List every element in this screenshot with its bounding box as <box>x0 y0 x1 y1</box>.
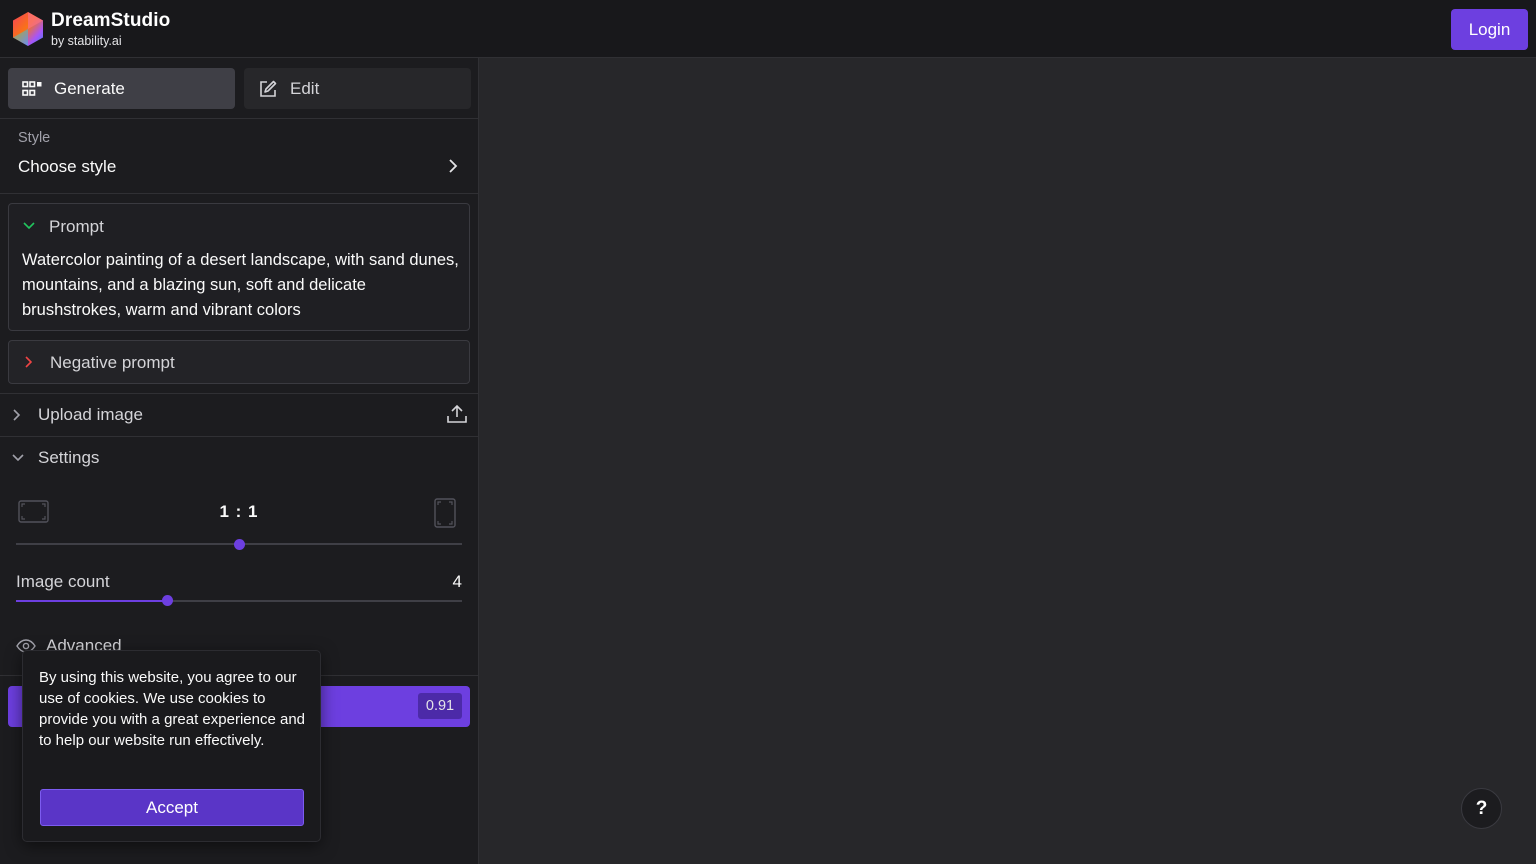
aspect-ratio-value: 1 : 1 <box>219 502 259 521</box>
style-value: Choose style <box>18 157 117 176</box>
cookie-consent-popup: By using this website, you agree to our … <box>22 650 321 842</box>
tab-generate[interactable]: Generate <box>8 68 235 109</box>
landscape-aspect-icon[interactable] <box>18 500 49 523</box>
aspect-ratio-slider-thumb[interactable] <box>233 539 245 550</box>
prompt-textarea[interactable]: Watercolor painting of a desert landscap… <box>22 248 462 323</box>
dreamstudio-logo <box>13 12 43 46</box>
tab-generate-label: Generate <box>54 78 125 98</box>
prompt-label: Prompt <box>49 217 104 236</box>
image-count-slider-fill <box>16 600 168 602</box>
edit-icon <box>260 80 277 97</box>
chevron-down-icon <box>12 454 24 462</box>
help-button[interactable]: ? <box>1461 788 1502 829</box>
image-count-slider-thumb[interactable] <box>162 595 174 606</box>
image-count-label: Image count <box>16 572 110 591</box>
chevron-right-icon <box>25 356 33 368</box>
chevron-right-icon <box>449 159 458 173</box>
settings-label: Settings <box>38 448 100 467</box>
login-button[interactable]: Login <box>1451 9 1528 50</box>
accept-cookies-button[interactable]: Accept <box>40 789 304 826</box>
settings-toggle[interactable]: Settings <box>0 437 479 479</box>
credit-cost-badge: 0.91 <box>418 693 462 719</box>
prompt-panel: Prompt Watercolor painting of a desert l… <box>8 203 470 331</box>
style-label: Style <box>18 130 51 146</box>
negative-prompt-toggle[interactable]: Negative prompt <box>8 340 470 384</box>
divider <box>0 193 479 194</box>
portrait-aspect-icon[interactable] <box>434 498 456 528</box>
upload-image-label: Upload image <box>38 405 143 424</box>
chevron-right-icon <box>13 409 21 421</box>
upload-icon[interactable] <box>446 403 468 425</box>
style-selector[interactable] <box>0 119 479 193</box>
brand-title: DreamStudio <box>51 10 171 31</box>
upload-image-toggle[interactable]: Upload image <box>0 394 479 436</box>
top-bar: DreamStudio by stability.ai Login <box>0 0 1536 58</box>
cookie-message: By using this website, you agree to our … <box>39 669 306 749</box>
tab-edit-label: Edit <box>290 78 320 98</box>
chevron-down-icon[interactable] <box>22 220 36 232</box>
brand-subtitle: by stability.ai <box>51 34 122 48</box>
negative-prompt-label: Negative prompt <box>50 353 175 372</box>
image-count-value: 4 <box>452 572 462 591</box>
tab-edit[interactable]: Edit <box>244 68 471 109</box>
grid-icon <box>22 80 42 96</box>
